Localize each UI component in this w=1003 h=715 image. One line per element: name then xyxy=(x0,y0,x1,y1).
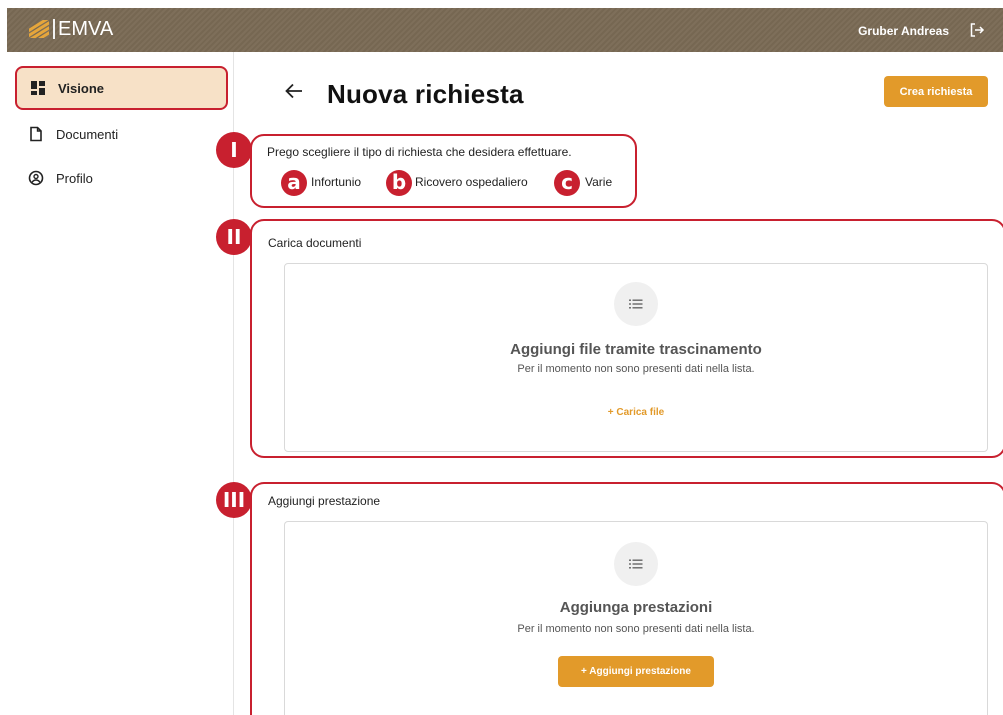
annotation-badge-a: a xyxy=(281,170,307,196)
profile-icon xyxy=(28,170,44,186)
list-icon xyxy=(614,282,658,326)
sidebar-item-visione[interactable]: Visione xyxy=(15,66,228,110)
dashboard-icon xyxy=(31,81,45,95)
documents-empty-heading: Aggiungi file tramite trascinamento xyxy=(510,341,762,358)
annotation-badge-1: I xyxy=(216,132,252,168)
logo-divider xyxy=(53,19,55,39)
documents-section-title: Carica documenti xyxy=(268,236,362,250)
document-icon xyxy=(30,126,42,142)
logo-text: EMVA xyxy=(58,18,114,40)
sidebar: Visione Documenti Profilo xyxy=(7,52,234,715)
request-type-prompt: Prego scegliere il tipo di richiesta che… xyxy=(267,145,572,159)
create-request-button[interactable]: Crea richiesta xyxy=(884,76,988,107)
back-arrow-icon[interactable] xyxy=(283,80,305,102)
sidebar-item-label: Visione xyxy=(58,80,105,96)
top-bar: EMVA Gruber Andreas xyxy=(7,8,1003,52)
sidebar-item-label: Profilo xyxy=(56,170,93,186)
logo-mark-icon xyxy=(29,20,49,38)
page-title: Nuova richiesta xyxy=(327,79,524,109)
option-ricovero-ospedaliero[interactable]: Ricovero ospedaliero xyxy=(415,175,528,189)
upload-file-link[interactable]: + Carica file xyxy=(284,407,988,418)
annotation-badge-2: II xyxy=(216,219,252,255)
logout-icon[interactable] xyxy=(969,22,985,38)
option-varie[interactable]: Varie xyxy=(585,175,612,189)
services-empty-text: Per il momento non sono presenti dati ne… xyxy=(517,623,755,635)
add-service-button[interactable]: + Aggiungi prestazione xyxy=(558,656,714,687)
services-section-title: Aggiungi prestazione xyxy=(268,494,381,508)
option-infortunio[interactable]: Infortunio xyxy=(311,175,361,189)
sidebar-item-label: Documenti xyxy=(56,126,119,142)
user-name[interactable]: Gruber Andreas xyxy=(858,24,949,38)
annotation-badge-b: b xyxy=(386,170,412,196)
list-icon xyxy=(614,542,658,586)
annotation-badge-3: III xyxy=(216,482,252,518)
documents-empty-text: Per il momento non sono presenti dati ne… xyxy=(517,363,755,375)
services-empty-heading: Aggiunga prestazioni xyxy=(559,599,713,616)
sidebar-item-documenti[interactable]: Documenti xyxy=(15,112,228,156)
app-logo[interactable]: EMVA xyxy=(29,19,113,39)
annotation-badge-c: c xyxy=(554,170,580,196)
sidebar-item-profilo[interactable]: Profilo xyxy=(15,156,228,200)
